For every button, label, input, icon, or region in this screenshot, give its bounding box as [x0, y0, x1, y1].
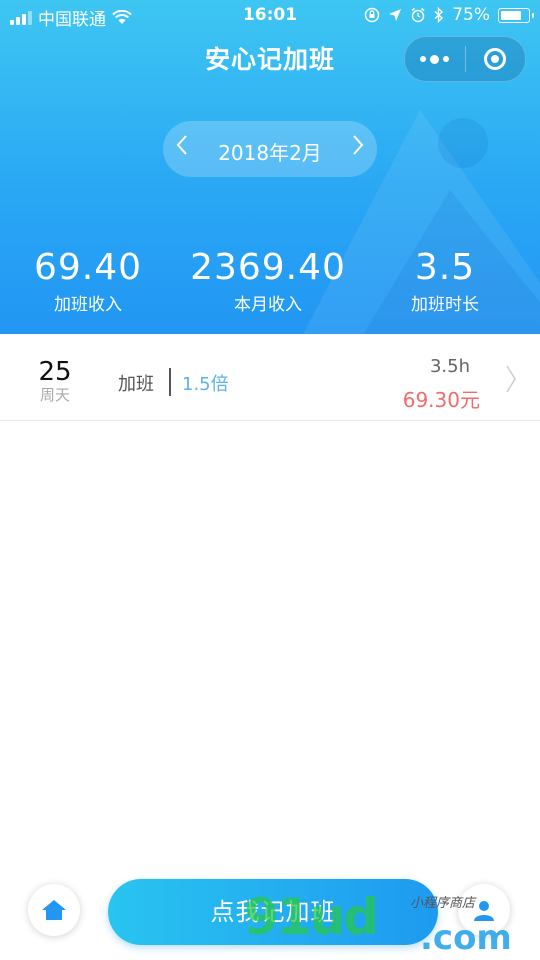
home-button[interactable]: [28, 884, 80, 936]
battery-percent: 75%: [452, 5, 490, 25]
chevron-right-icon: [353, 135, 364, 155]
record-date: 25 周天: [34, 358, 76, 404]
status-bar: 中国联通 16:01 75%: [0, 0, 540, 30]
location-icon: [389, 9, 402, 21]
stat-label: 本月收入: [234, 295, 302, 315]
home-icon: [42, 900, 66, 920]
watermark-handwriting: 小程序商店: [410, 896, 476, 911]
record-pay: 69.30元: [402, 388, 480, 412]
close-button[interactable]: [465, 37, 525, 81]
more-dots-icon: [420, 54, 450, 64]
stat-value: 3.5: [414, 247, 476, 288]
target-close-icon: [484, 48, 507, 70]
month-label[interactable]: 2018年2月: [163, 137, 377, 166]
chevron-right-icon: [505, 364, 517, 401]
battery-icon: [498, 7, 534, 23]
list-item[interactable]: 25 周天 加班 1.5倍 3.5h 69.30元: [0, 334, 540, 421]
record-weekday: 周天: [39, 386, 70, 404]
bluetooth-icon: [434, 7, 444, 23]
stat-month-income: 2369.40 本月收入: [180, 247, 356, 316]
record-day: 25: [38, 357, 72, 387]
watermark-domain: .com: [420, 918, 512, 958]
sun-decoration: [438, 118, 488, 168]
record-hours: 3.5h: [429, 356, 470, 377]
record-divider: [169, 368, 171, 396]
next-month-button[interactable]: [351, 133, 365, 164]
stat-label: 加班时长: [411, 295, 479, 315]
rotation-lock-icon: [364, 7, 380, 23]
stat-label: 加班收入: [54, 295, 122, 315]
stat-value: 69.40: [33, 247, 143, 288]
header-banner: 中国联通 16:01 75% 安心记加班 2018年2月 69.40 加班收入 …: [0, 0, 540, 334]
stat-overtime-income: 69.40 加班收入: [20, 247, 156, 316]
alarm-icon: [411, 7, 425, 23]
stat-value: 2369.40: [190, 247, 346, 288]
stat-overtime-hours: 3.5 加班时长: [385, 247, 505, 316]
record-multiplier: 1.5倍: [182, 374, 229, 395]
watermark-logo: 91ud: [244, 888, 379, 946]
record-type: 加班: [118, 374, 154, 395]
more-button[interactable]: [405, 37, 465, 81]
mini-program-capsule[interactable]: [404, 36, 526, 82]
month-picker: 2018年2月: [163, 121, 377, 177]
